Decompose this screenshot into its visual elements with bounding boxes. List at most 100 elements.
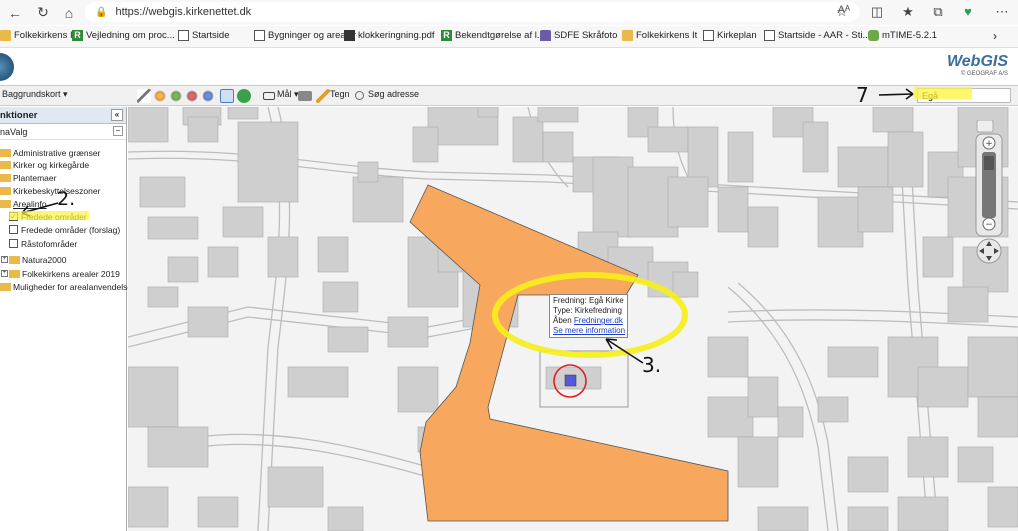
- building: [477, 107, 499, 118]
- panel-subheader: naValg −: [0, 124, 126, 140]
- ruler-icon: [263, 92, 275, 100]
- document-icon: [178, 30, 189, 41]
- brand-subtitle: © GEOGRAF A/S: [960, 71, 1008, 77]
- select-box-icon[interactable]: [220, 89, 234, 103]
- layer-checkbox-row[interactable]: Råstofområder: [9, 237, 77, 250]
- building: [817, 196, 864, 248]
- favorites-icon[interactable]: ★: [898, 2, 918, 22]
- folder-icon: [0, 173, 11, 182]
- document-icon: [764, 30, 775, 41]
- bookmark-label: Startside - AAR - Sti...: [778, 30, 871, 41]
- folder-icon: [622, 30, 633, 41]
- building: [187, 306, 229, 338]
- building: [847, 456, 889, 493]
- collections-icon[interactable]: ⧉: [928, 2, 948, 22]
- panel-title: nktioner: [0, 110, 38, 121]
- zoom-in-icon[interactable]: [169, 89, 183, 103]
- folder-icon: [0, 282, 11, 291]
- more-menu-icon[interactable]: ⋯: [992, 2, 1012, 22]
- split-screen-icon[interactable]: ◫: [867, 2, 887, 22]
- building: [352, 176, 404, 223]
- soeg-adresse-button[interactable]: Søg adresse: [368, 89, 419, 99]
- bookmark-item[interactable]: mTIME-5.2.1: [868, 30, 937, 41]
- collapse-group-icon[interactable]: −: [113, 126, 123, 136]
- building: [327, 326, 369, 353]
- building: [237, 121, 299, 203]
- building: [847, 506, 889, 531]
- pdf-icon: [344, 30, 355, 41]
- tegn-button[interactable]: Tegn: [330, 89, 350, 99]
- bookmark-item[interactable]: SDFE Skråfoto: [540, 30, 617, 41]
- url-field[interactable]: 🔒 https://webgis.kirkenettet.dk Aᴬ: [85, 2, 860, 22]
- building: [267, 236, 299, 278]
- more-info-link[interactable]: Se mere information: [553, 326, 625, 335]
- profile-heart-icon[interactable]: ♥: [958, 2, 978, 22]
- expand-icon[interactable]: +: [1, 270, 8, 277]
- panel-header: nktioner «: [0, 107, 126, 124]
- bookmark-label: Kirkeplan: [717, 30, 757, 41]
- collapse-panel-icon[interactable]: «: [111, 109, 123, 121]
- bookmark-item[interactable]: klokkeringning.pdf: [344, 30, 435, 41]
- svg-text:+: +: [985, 139, 993, 149]
- popup-line-more: Se mere information: [553, 326, 625, 336]
- info-popup: Fredning: Egå Kirke Type: Kirkefredning …: [549, 294, 628, 338]
- print-icon[interactable]: [298, 91, 312, 101]
- bookmark-item[interactable]: R Bekendtgørelse af l...: [441, 30, 545, 41]
- building: [512, 116, 544, 163]
- pointer-icon[interactable]: [137, 89, 151, 103]
- pan-hand-icon[interactable]: [153, 89, 167, 103]
- back-arrow-icon[interactable]: ←: [2, 0, 28, 25]
- layer-group[interactable]: Muligheder for arealanvendelse: [0, 280, 132, 293]
- layer-label: Folkekirkens arealer 2019: [22, 268, 120, 279]
- layer-group[interactable]: Plantemaer: [0, 171, 56, 184]
- building: [917, 366, 969, 408]
- refresh-icon[interactable]: ↻: [30, 0, 56, 25]
- svg-text:−: −: [985, 220, 993, 230]
- layer-group[interactable]: + Natura2000: [1, 253, 66, 266]
- bookmark-item[interactable]: Startside - AAR - Sti...: [764, 30, 870, 41]
- app-header: WebGIS © GEOGRAF A/S: [0, 49, 1018, 86]
- expand-icon[interactable]: +: [1, 256, 8, 263]
- bookmark-item[interactable]: Startside: [178, 30, 230, 41]
- bookmark-label: mTIME-5.2.1: [882, 30, 937, 41]
- baggrundskort-menu[interactable]: Baggrundskort ▾: [2, 89, 68, 100]
- popup-line-fredning: Fredning: Egå Kirke: [553, 296, 624, 305]
- bookmark-item[interactable]: Folkekirkens It: [0, 30, 75, 41]
- folder-icon: [0, 160, 11, 169]
- building: [922, 236, 954, 278]
- maal-menu[interactable]: Mål ▾: [277, 89, 299, 100]
- bookmarks-more-icon[interactable]: ›: [993, 29, 997, 43]
- zoom-out-icon[interactable]: [185, 89, 199, 103]
- building: [147, 286, 179, 308]
- layer-group[interactable]: + Folkekirkens arealer 2019: [1, 267, 120, 280]
- refresh-map-icon[interactable]: [237, 89, 251, 103]
- popup-line-type: Type: Kirkefredning: [553, 306, 622, 315]
- bookmark-item[interactable]: Bygninger og arealer: [254, 30, 356, 41]
- arrow-annotation-7: [878, 88, 914, 100]
- layer-group[interactable]: Kirker og kirkegårde: [0, 158, 89, 171]
- building: [907, 436, 949, 478]
- home-icon[interactable]: ⌂: [56, 0, 82, 25]
- building: [802, 121, 829, 173]
- layer-checkbox-row[interactable]: Fredede områder (forslag): [9, 223, 120, 236]
- popup-line-aaben: Åben Fredninger.dk: [553, 316, 623, 325]
- bookmark-item[interactable]: R Vejledning om proc...: [72, 30, 175, 41]
- bookmark-item[interactable]: Kirkeplan: [703, 30, 757, 41]
- building: [322, 281, 359, 313]
- magnifier-icon[interactable]: [976, 120, 994, 133]
- bookmark-item[interactable]: Folkekirkens It: [622, 30, 697, 41]
- building: [357, 161, 379, 183]
- annotation-7: 7: [856, 83, 869, 107]
- layer-label: Natura2000: [22, 254, 67, 265]
- building: [987, 486, 1018, 528]
- building: [542, 131, 574, 163]
- favorite-star-icon[interactable]: ☆: [832, 2, 852, 22]
- bookmark-label: Bygninger og arealer: [268, 30, 357, 41]
- layer-checkbox[interactable]: [9, 225, 18, 234]
- zoom-extent-icon[interactable]: [201, 89, 215, 103]
- building: [957, 446, 994, 483]
- bookmark-label: Folkekirkens It: [636, 30, 698, 41]
- layer-checkbox[interactable]: [9, 239, 18, 248]
- fredninger-link[interactable]: Fredninger.dk: [574, 316, 623, 325]
- building: [667, 176, 709, 228]
